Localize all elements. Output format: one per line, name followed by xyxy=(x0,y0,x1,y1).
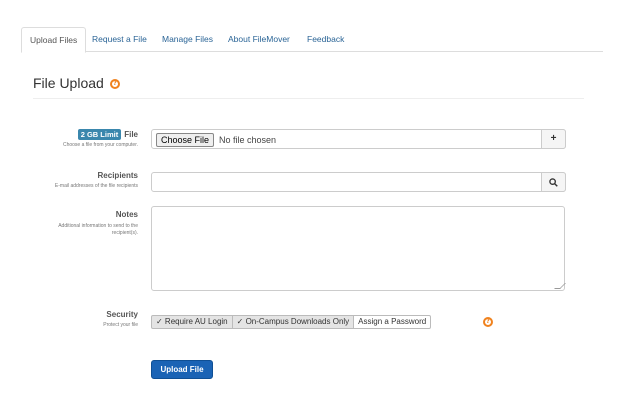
on-campus-downloads-toggle[interactable]: ✓ On-Campus Downloads Only xyxy=(232,315,355,329)
tab-about-filemover[interactable]: About FileMover xyxy=(220,27,298,52)
notes-label: Notes xyxy=(115,210,138,219)
security-label: Security xyxy=(106,310,138,319)
file-status-text: No file chosen xyxy=(219,135,277,145)
notes-textarea[interactable] xyxy=(151,206,566,291)
file-help-text: Choose a file from your computer. xyxy=(62,142,138,148)
tab-upload-files[interactable]: Upload Files xyxy=(21,27,87,53)
security-options: ✓ Require AU Login ✓ On-Campus Downloads… xyxy=(151,315,432,329)
assign-password-toggle[interactable]: Assign a Password xyxy=(354,315,432,329)
recipients-input[interactable] xyxy=(151,172,566,192)
recipients-help-text: E-mail addresses of the file recipients xyxy=(54,183,138,189)
upload-file-button[interactable]: Upload File xyxy=(151,360,213,379)
file-label: File xyxy=(124,130,138,139)
require-au-login-toggle[interactable]: ✓ Require AU Login xyxy=(151,315,233,329)
tab-request-a-file[interactable]: Request a File xyxy=(84,27,155,52)
file-input-group: Choose File No file chosen + xyxy=(151,129,566,149)
tab-feedback[interactable]: Feedback xyxy=(299,27,352,52)
notes-help-line-2: recipient(s). xyxy=(111,230,138,236)
tab-manage-files[interactable]: Manage Files xyxy=(154,27,221,52)
size-limit-badge: 2 GB Limit xyxy=(77,129,122,140)
page-title: File Upload xyxy=(33,75,104,91)
file-label-row: 2 GB Limit File xyxy=(77,129,138,140)
title-divider xyxy=(33,98,584,99)
plus-icon[interactable]: + xyxy=(541,129,566,149)
question-circle-icon[interactable] xyxy=(110,79,120,89)
search-button[interactable] xyxy=(541,172,566,192)
notes-help-line-1: Additional information to send to the xyxy=(58,223,138,229)
recipients-label: Recipients xyxy=(97,171,138,180)
question-circle-icon[interactable] xyxy=(483,317,493,327)
search-icon xyxy=(549,178,558,187)
nav-tabs: Upload Files Request a File Manage Files… xyxy=(21,27,603,53)
resize-grip-icon[interactable] xyxy=(554,283,566,289)
security-help-text: Protect your file xyxy=(103,322,138,328)
choose-file-button[interactable]: Choose File xyxy=(156,133,215,147)
